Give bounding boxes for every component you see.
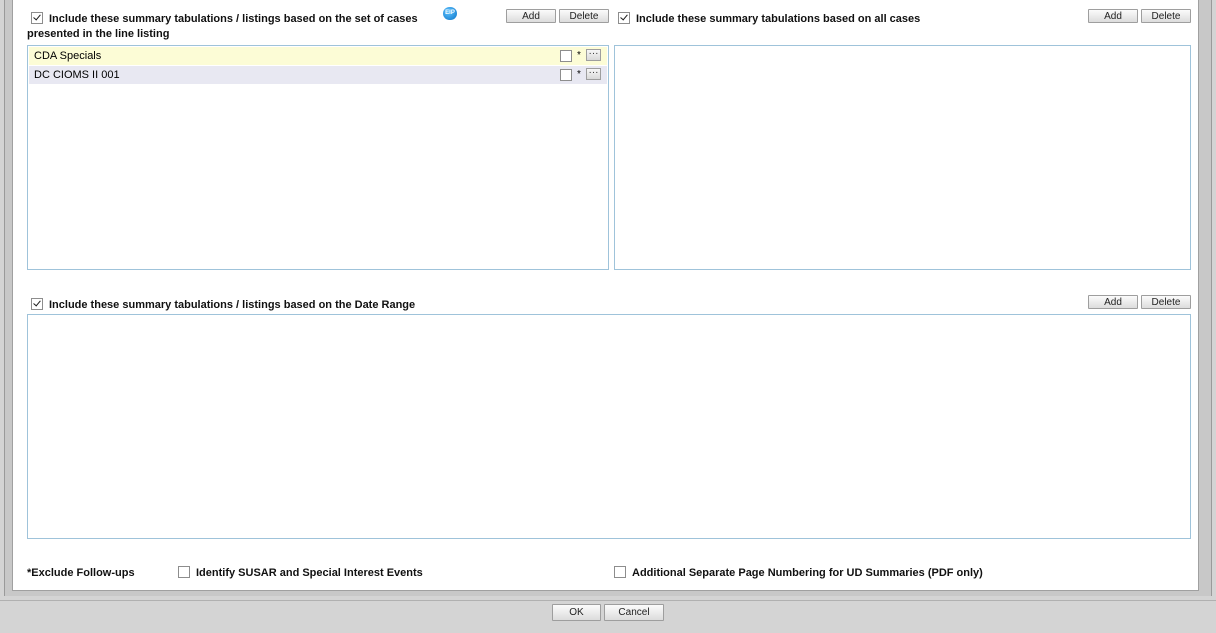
line-listing-label-line2: presented in the line listing — [27, 28, 170, 40]
additional-numbering-label: Additional Separate Page Numbering for U… — [632, 567, 983, 579]
date-range-label: Include these summary tabulations / list… — [49, 299, 416, 311]
line-listing-list[interactable]: CDA Specials * ··· DC CIOMS II 001 * ··· — [27, 45, 609, 270]
all-cases-label: Include these summary tabulations based … — [636, 13, 921, 25]
content-panel: Include these summary tabulations / list… — [12, 0, 1199, 591]
all-cases-add-button[interactable]: Add — [1088, 9, 1138, 23]
date-range-checkbox[interactable] — [31, 298, 43, 310]
list-item[interactable]: CDA Specials * ··· — [29, 47, 607, 65]
all-cases-delete-button[interactable]: Delete — [1141, 9, 1191, 23]
identify-susar-checkbox[interactable] — [178, 566, 190, 578]
all-cases-list[interactable] — [614, 45, 1191, 270]
list-item-name: DC CIOMS II 001 — [34, 69, 120, 81]
ok-button[interactable]: OK — [552, 604, 601, 621]
info-icon[interactable]: EIP — [443, 7, 457, 20]
additional-numbering-checkbox[interactable] — [614, 566, 626, 578]
date-range-add-button[interactable]: Add — [1088, 295, 1138, 309]
date-range-delete-button[interactable]: Delete — [1141, 295, 1191, 309]
date-range-list[interactable] — [27, 314, 1191, 539]
row-checkbox[interactable] — [560, 50, 572, 62]
identify-susar-label: Identify SUSAR and Special Interest Even… — [196, 567, 423, 579]
ellipsis-button[interactable]: ··· — [586, 49, 601, 61]
line-listing-checkbox[interactable] — [31, 12, 43, 24]
row-checkbox[interactable] — [560, 69, 572, 81]
ellipsis-button[interactable]: ··· — [586, 68, 601, 80]
required-star: * — [577, 50, 581, 61]
cancel-button[interactable]: Cancel — [604, 604, 664, 621]
list-item-name: CDA Specials — [34, 50, 102, 62]
line-listing-delete-button[interactable]: Delete — [559, 9, 609, 23]
required-star: * — [577, 69, 581, 80]
divider — [0, 600, 1216, 601]
exclude-followups-label: *Exclude Follow-ups — [27, 567, 135, 579]
all-cases-checkbox[interactable] — [618, 12, 630, 24]
line-listing-add-button[interactable]: Add — [506, 9, 556, 23]
list-item[interactable]: DC CIOMS II 001 * ··· — [29, 66, 607, 84]
line-listing-label: Include these summary tabulations / list… — [49, 13, 418, 25]
